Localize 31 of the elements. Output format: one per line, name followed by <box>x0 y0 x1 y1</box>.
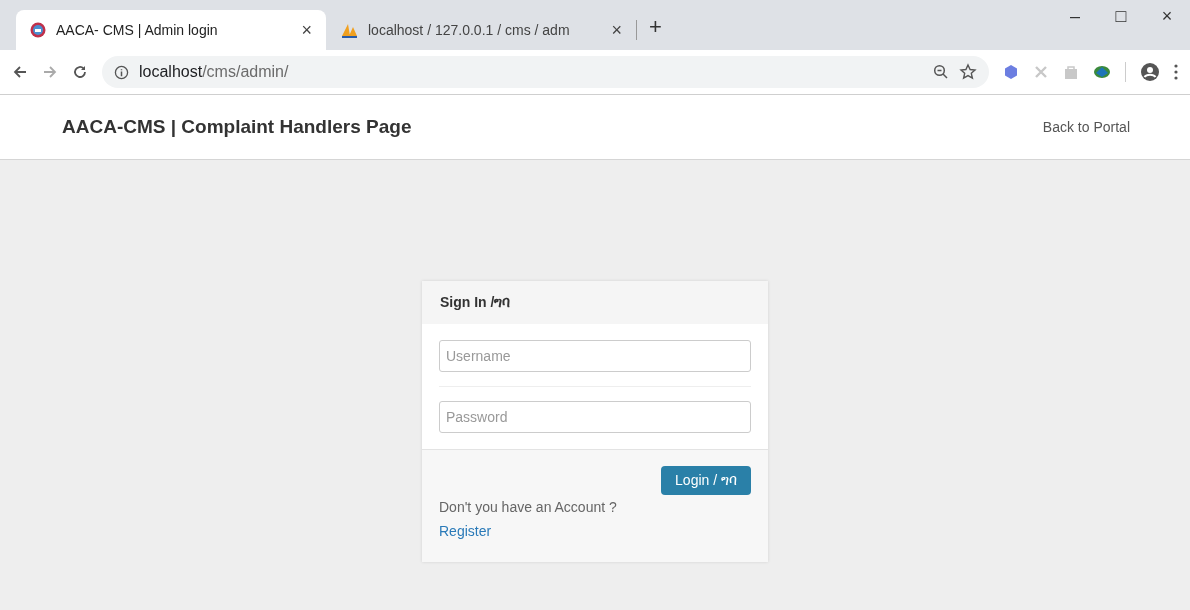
sail-logo-icon <box>340 22 358 38</box>
close-window-button[interactable]: × <box>1144 0 1190 32</box>
address-bar[interactable]: localhost/cms/admin/ <box>102 56 989 88</box>
back-to-portal-link[interactable]: Back to Portal <box>1042 116 1130 138</box>
globe-icon[interactable] <box>1093 64 1111 80</box>
page-title: AACA-CMS | Complaint Handlers Page <box>62 114 412 139</box>
close-tab-button[interactable]: × <box>611 16 622 44</box>
site-logo-icon <box>30 22 46 38</box>
extension-icon[interactable] <box>1003 64 1019 80</box>
browser-tab[interactable]: localhost / 127.0.0.1 / cms / adm × <box>326 10 636 50</box>
browser-tab[interactable]: AACA- CMS | Admin login × <box>16 10 326 50</box>
tab-title: AACA- CMS | Admin login <box>56 20 219 40</box>
maximize-button[interactable]: □ <box>1098 0 1144 32</box>
input-field[interactable]: Username <box>439 340 751 372</box>
close-tab-button[interactable]: × <box>301 16 312 44</box>
menu-icon[interactable] <box>1174 64 1178 80</box>
register-link[interactable]: Register <box>439 521 492 542</box>
back-icon[interactable] <box>12 64 28 80</box>
minimize-button[interactable]: – <box>1052 0 1098 32</box>
tab-title: localhost / 127.0.0.1 / cms / adm <box>368 20 571 40</box>
url-text: localhost/cms/admin/ <box>139 62 290 82</box>
login-button[interactable]: Login / ግባ <box>661 466 751 495</box>
zoom-out-icon[interactable] <box>933 64 949 80</box>
star-icon[interactable] <box>959 63 977 81</box>
account-prompt: Don't you have an Account ? <box>439 498 618 517</box>
reload-icon[interactable] <box>72 64 88 80</box>
card-title: Sign In /ግባ <box>440 293 511 312</box>
profile-icon[interactable] <box>1140 62 1160 82</box>
input-field[interactable]: Password <box>439 401 751 433</box>
new-tab-button[interactable]: + <box>637 10 674 43</box>
info-icon[interactable] <box>114 64 129 80</box>
